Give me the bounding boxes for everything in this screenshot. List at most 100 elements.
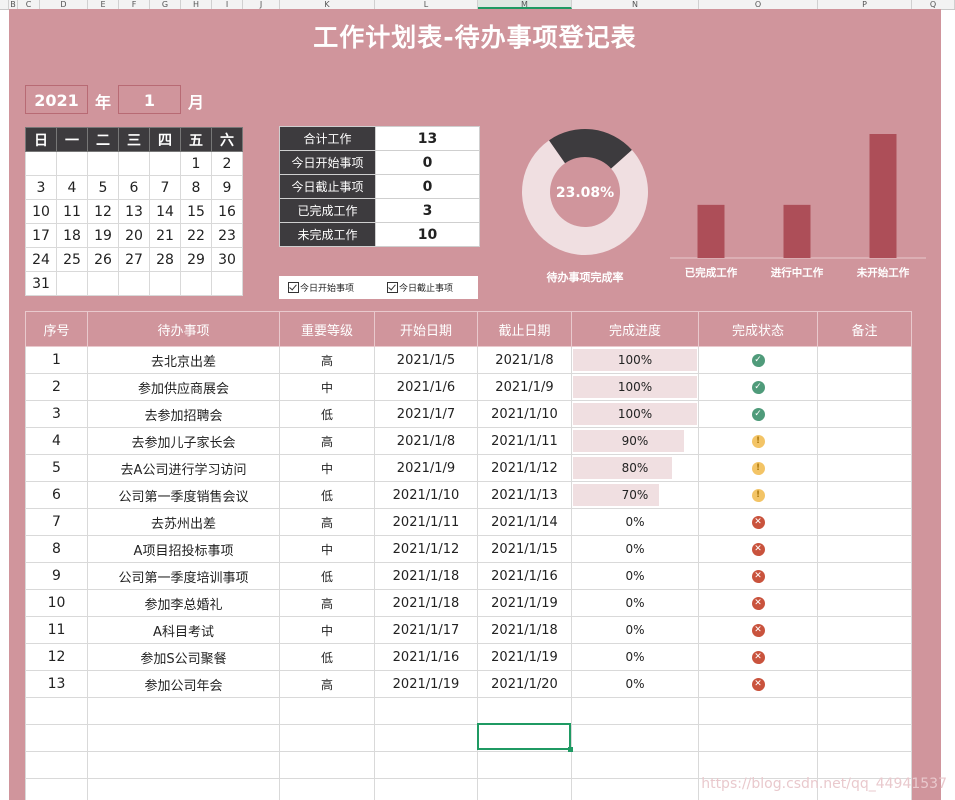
- calendar-day-cell[interactable]: 4: [56, 175, 88, 200]
- calendar-day-cell[interactable]: 10: [25, 199, 57, 224]
- selected-cell[interactable]: [477, 723, 573, 752]
- row-number-cell[interactable]: 12: [25, 643, 88, 671]
- start-date-cell[interactable]: 2021/1/18: [374, 562, 478, 590]
- row-number-cell[interactable]: 13: [25, 670, 88, 698]
- row-number-cell[interactable]: 8: [25, 535, 88, 563]
- note-cell[interactable]: [817, 616, 912, 644]
- calendar-day-cell[interactable]: 30: [211, 247, 243, 272]
- status-cell[interactable]: ✕: [698, 508, 818, 536]
- calendar-day-cell[interactable]: [211, 271, 243, 296]
- status-cell[interactable]: ✓: [698, 373, 818, 401]
- note-cell[interactable]: [817, 373, 912, 401]
- note-cell[interactable]: [817, 535, 912, 563]
- priority-cell[interactable]: 中: [279, 616, 375, 644]
- note-cell[interactable]: [817, 562, 912, 590]
- status-cell[interactable]: ✓: [698, 346, 818, 374]
- priority-cell[interactable]: 高: [279, 670, 375, 698]
- note-cell[interactable]: [817, 643, 912, 671]
- progress-cell[interactable]: 0%: [571, 670, 699, 698]
- calendar-day-cell[interactable]: 24: [25, 247, 57, 272]
- column-heading[interactable]: 待办事项: [87, 311, 280, 347]
- note-cell[interactable]: [817, 454, 912, 482]
- empty-cell[interactable]: [817, 751, 912, 779]
- status-cell[interactable]: ✕: [698, 670, 818, 698]
- calendar-day-cell[interactable]: 31: [25, 271, 57, 296]
- calendar-day-cell[interactable]: [180, 271, 212, 296]
- column-header[interactable]: N: [572, 0, 699, 9]
- calendar-day-cell[interactable]: [149, 271, 181, 296]
- calendar-day-cell[interactable]: 26: [87, 247, 119, 272]
- calendar-day-cell[interactable]: 19: [87, 223, 119, 248]
- calendar-day-cell[interactable]: 18: [56, 223, 88, 248]
- empty-cell[interactable]: [374, 697, 478, 725]
- empty-cell[interactable]: [25, 778, 88, 800]
- empty-cell[interactable]: [698, 751, 818, 779]
- calendar-day-cell[interactable]: 16: [211, 199, 243, 224]
- end-date-cell[interactable]: 2021/1/16: [477, 562, 572, 590]
- row-number-cell[interactable]: 11: [25, 616, 88, 644]
- calendar-day-cell[interactable]: 12: [87, 199, 119, 224]
- column-header[interactable]: M: [478, 0, 572, 9]
- row-number-cell[interactable]: 2: [25, 373, 88, 401]
- checkbox-icon[interactable]: [288, 282, 299, 293]
- start-date-cell[interactable]: 2021/1/6: [374, 373, 478, 401]
- row-number-cell[interactable]: 1: [25, 346, 88, 374]
- status-cell[interactable]: ✕: [698, 535, 818, 563]
- empty-cell[interactable]: [279, 724, 375, 752]
- task-cell[interactable]: 参加李总婚礼: [87, 589, 280, 617]
- progress-cell[interactable]: 70%: [571, 481, 699, 509]
- column-header[interactable]: C: [18, 0, 40, 9]
- column-header[interactable]: F: [119, 0, 150, 9]
- progress-cell[interactable]: 0%: [571, 535, 699, 563]
- calendar-day-cell[interactable]: 21: [149, 223, 181, 248]
- priority-cell[interactable]: 中: [279, 454, 375, 482]
- calendar-day-cell[interactable]: 23: [211, 223, 243, 248]
- start-date-cell[interactable]: 2021/1/10: [374, 481, 478, 509]
- priority-cell[interactable]: 高: [279, 346, 375, 374]
- row-number-cell[interactable]: 3: [25, 400, 88, 428]
- calendar-day-cell[interactable]: 20: [118, 223, 150, 248]
- row-number-cell[interactable]: 7: [25, 508, 88, 536]
- progress-cell[interactable]: 100%: [571, 373, 699, 401]
- month-input[interactable]: 1: [118, 85, 181, 114]
- calendar-day-cell[interactable]: 1: [180, 151, 212, 176]
- column-header[interactable]: D: [40, 0, 88, 9]
- column-heading[interactable]: 完成进度: [571, 311, 699, 347]
- start-date-cell[interactable]: 2021/1/17: [374, 616, 478, 644]
- empty-cell[interactable]: [25, 697, 88, 725]
- today-filter-checkbox[interactable]: 今日开始事项: [288, 281, 354, 294]
- empty-cell[interactable]: [279, 778, 375, 800]
- empty-cell[interactable]: [817, 724, 912, 752]
- calendar-day-cell[interactable]: [87, 271, 119, 296]
- column-header[interactable]: K: [280, 0, 375, 9]
- task-cell[interactable]: 去北京出差: [87, 346, 280, 374]
- start-date-cell[interactable]: 2021/1/19: [374, 670, 478, 698]
- empty-cell[interactable]: [477, 751, 572, 779]
- column-header[interactable]: J: [243, 0, 280, 9]
- empty-cell[interactable]: [477, 697, 572, 725]
- priority-cell[interactable]: 中: [279, 373, 375, 401]
- calendar-day-cell[interactable]: 28: [149, 247, 181, 272]
- end-date-cell[interactable]: 2021/1/14: [477, 508, 572, 536]
- empty-cell[interactable]: [374, 751, 478, 779]
- start-date-cell[interactable]: 2021/1/12: [374, 535, 478, 563]
- empty-cell[interactable]: [477, 778, 572, 800]
- year-input[interactable]: 2021: [25, 85, 88, 114]
- note-cell[interactable]: [817, 427, 912, 455]
- calendar-day-cell[interactable]: 8: [180, 175, 212, 200]
- end-date-cell[interactable]: 2021/1/15: [477, 535, 572, 563]
- row-number-cell[interactable]: 10: [25, 589, 88, 617]
- column-heading[interactable]: 完成状态: [698, 311, 818, 347]
- calendar-day-cell[interactable]: [56, 271, 88, 296]
- status-cell[interactable]: ✕: [698, 562, 818, 590]
- calendar-day-cell[interactable]: 13: [118, 199, 150, 224]
- column-heading[interactable]: 开始日期: [374, 311, 478, 347]
- start-date-cell[interactable]: 2021/1/11: [374, 508, 478, 536]
- priority-cell[interactable]: 高: [279, 508, 375, 536]
- priority-cell[interactable]: 低: [279, 400, 375, 428]
- calendar-day-cell[interactable]: 29: [180, 247, 212, 272]
- status-cell[interactable]: !: [698, 481, 818, 509]
- empty-cell[interactable]: [817, 697, 912, 725]
- checkbox-icon[interactable]: [387, 282, 398, 293]
- task-cell[interactable]: A项目招投标事项: [87, 535, 280, 563]
